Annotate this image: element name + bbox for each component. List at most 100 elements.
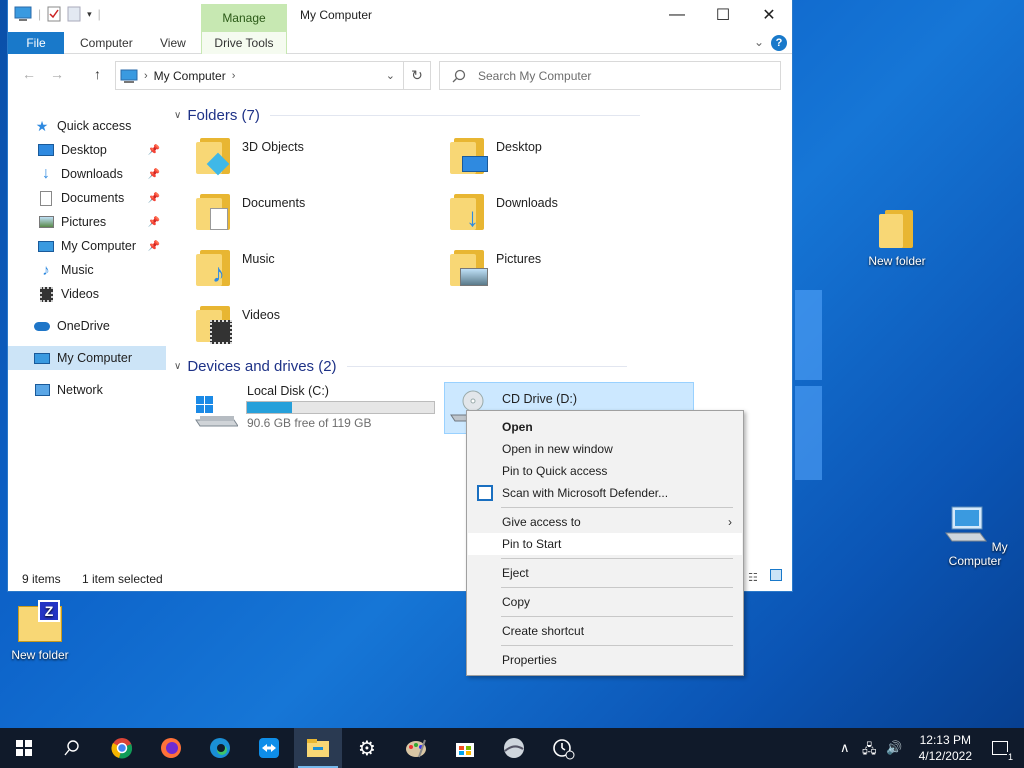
- forward-button[interactable]: →: [50, 66, 64, 82]
- menu-item-pin-start[interactable]: Pin to Start: [468, 533, 742, 555]
- store-taskbar-button[interactable]: [441, 728, 489, 768]
- computer-icon: [34, 350, 50, 366]
- nav-label: OneDrive: [57, 319, 110, 333]
- refresh-button[interactable]: ↻: [404, 61, 431, 90]
- folder-label: Documents: [242, 196, 306, 210]
- desktop-icon: [38, 142, 54, 158]
- nav-music[interactable]: ♪ Music: [8, 258, 166, 282]
- app-taskbar-button[interactable]: [490, 728, 538, 768]
- minimize-button[interactable]: —: [654, 0, 700, 30]
- expand-ribbon-icon[interactable]: ⌄: [754, 35, 764, 49]
- file-explorer-taskbar-button[interactable]: [294, 728, 342, 768]
- desktop-icon-my-computer[interactable]: My Computer: [935, 505, 1015, 568]
- folders-group-header[interactable]: ∨ Folders (7): [174, 107, 640, 124]
- menu-item-give-access[interactable]: Give access to ›: [468, 511, 742, 533]
- pin-icon[interactable]: 📌: [148, 241, 160, 252]
- edge-icon: [210, 738, 230, 758]
- firefox-taskbar-button[interactable]: [147, 728, 195, 768]
- tab-view[interactable]: View: [150, 32, 196, 54]
- desktop-icon-new-folder-right[interactable]: New folder: [857, 208, 937, 268]
- menu-separator: [501, 645, 733, 646]
- notification-center-button[interactable]: 1: [976, 728, 1024, 768]
- nav-videos[interactable]: Videos: [8, 282, 166, 306]
- menu-item-pin-quick-access[interactable]: Pin to Quick access: [468, 460, 742, 482]
- breadcrumb-chevron-icon[interactable]: ›: [232, 70, 236, 82]
- nav-network[interactable]: Network: [8, 378, 166, 402]
- menu-item-create-shortcut[interactable]: Create shortcut: [468, 620, 742, 642]
- large-icons-view-icon[interactable]: [770, 569, 782, 581]
- defender-shield-icon: [477, 485, 493, 501]
- pin-icon[interactable]: 📌: [148, 169, 160, 180]
- pin-icon[interactable]: 📌: [148, 217, 160, 228]
- clock-time: 12:13 PM: [919, 733, 971, 747]
- nav-onedrive[interactable]: OneDrive: [8, 314, 166, 338]
- maximize-button[interactable]: ☐: [700, 0, 746, 30]
- back-button[interactable]: ←: [22, 66, 36, 82]
- computer-small-icon[interactable]: [14, 6, 32, 22]
- help-icon[interactable]: ?: [771, 35, 787, 51]
- properties-icon[interactable]: [47, 6, 61, 22]
- nav-my-computer-quick[interactable]: My Computer 📌: [8, 234, 166, 258]
- drives-group-header[interactable]: ∨ Devices and drives (2): [174, 358, 627, 375]
- folder-videos[interactable]: Videos: [196, 304, 280, 344]
- new-folder-icon[interactable]: [67, 6, 81, 22]
- menu-item-open-new-window[interactable]: Open in new window: [468, 438, 742, 460]
- computer-icon: [945, 506, 988, 542]
- pin-icon[interactable]: 📌: [148, 193, 160, 204]
- nav-documents[interactable]: Documents 📌: [8, 186, 166, 210]
- address-field[interactable]: › My Computer › ⌄: [115, 61, 404, 90]
- volume-tray-icon[interactable]: 🔊: [886, 740, 902, 756]
- folder-pictures[interactable]: Pictures: [450, 248, 541, 288]
- collapse-chevron-icon[interactable]: ∨: [174, 361, 181, 372]
- folder-3d-objects[interactable]: 3D Objects: [196, 136, 304, 176]
- folder-label: Pictures: [496, 252, 542, 266]
- desktop-folder-icon: [450, 136, 490, 176]
- context-menu: Open Open in new window Pin to Quick acc…: [466, 410, 744, 676]
- search-taskbar-button[interactable]: [48, 728, 96, 768]
- start-button[interactable]: [0, 728, 48, 768]
- up-button[interactable]: ↑: [94, 66, 101, 82]
- chrome-taskbar-button[interactable]: [98, 728, 146, 768]
- nav-quick-access[interactable]: ★ Quick access: [8, 114, 166, 138]
- menu-item-eject[interactable]: Eject: [468, 562, 742, 584]
- settings-taskbar-button[interactable]: ⚙: [343, 728, 391, 768]
- folder-music[interactable]: ♪ Music: [196, 248, 275, 288]
- collapse-chevron-icon[interactable]: ∨: [174, 110, 181, 121]
- paint-taskbar-button[interactable]: [392, 728, 440, 768]
- menu-item-scan-defender[interactable]: Scan with Microsoft Defender...: [468, 482, 742, 504]
- edge-taskbar-button[interactable]: [196, 728, 244, 768]
- nav-downloads[interactable]: ↓ Downloads 📌: [8, 162, 166, 186]
- manage-tab-group: Manage: [201, 4, 287, 32]
- show-hidden-icons-icon[interactable]: ∧: [840, 740, 850, 756]
- folder-downloads[interactable]: ↓ Downloads: [450, 192, 558, 232]
- breadcrumb-my-computer[interactable]: My Computer: [154, 69, 226, 83]
- tab-computer[interactable]: Computer: [70, 32, 143, 54]
- pin-icon[interactable]: 📌: [148, 145, 160, 156]
- address-dropdown-icon[interactable]: ⌄: [386, 69, 395, 82]
- breadcrumb-chevron-icon[interactable]: ›: [144, 70, 148, 82]
- nav-my-computer[interactable]: My Computer: [8, 346, 166, 370]
- taskbar-clock[interactable]: 12:13 PM 4/12/2022: [919, 732, 972, 764]
- drive-local-disk-c[interactable]: Local Disk (C:) 90.6 GB free of 119 GB: [188, 382, 438, 434]
- music-icon: ♪: [42, 261, 50, 279]
- folder-desktop[interactable]: Desktop: [450, 136, 542, 176]
- menu-item-copy[interactable]: Copy: [468, 591, 742, 613]
- taskbar: ⚙ ∧ 🖧 🔊 12:13 PM 4/12/2022 1: [0, 728, 1024, 768]
- alarms-taskbar-button[interactable]: [539, 728, 587, 768]
- network-tray-icon[interactable]: 🖧: [862, 740, 877, 762]
- menu-separator: [501, 587, 733, 588]
- tab-drive-tools[interactable]: Drive Tools: [201, 32, 287, 54]
- customize-toolbar-icon[interactable]: ▾: [87, 9, 92, 20]
- desktop-icon-new-folder-left[interactable]: Z New folder: [0, 600, 80, 662]
- menu-item-open[interactable]: Open: [468, 416, 742, 438]
- close-button[interactable]: ✕: [746, 0, 792, 30]
- details-view-icon[interactable]: ☷: [748, 571, 758, 584]
- teamviewer-taskbar-button[interactable]: [245, 728, 293, 768]
- search-box[interactable]: Search My Computer: [439, 61, 781, 90]
- folder-label: Music: [242, 252, 275, 266]
- folder-documents[interactable]: Documents: [196, 192, 305, 232]
- menu-item-properties[interactable]: Properties: [468, 649, 742, 671]
- nav-pictures[interactable]: Pictures 📌: [8, 210, 166, 234]
- tab-file[interactable]: File: [8, 32, 64, 54]
- nav-desktop[interactable]: Desktop 📌: [8, 138, 166, 162]
